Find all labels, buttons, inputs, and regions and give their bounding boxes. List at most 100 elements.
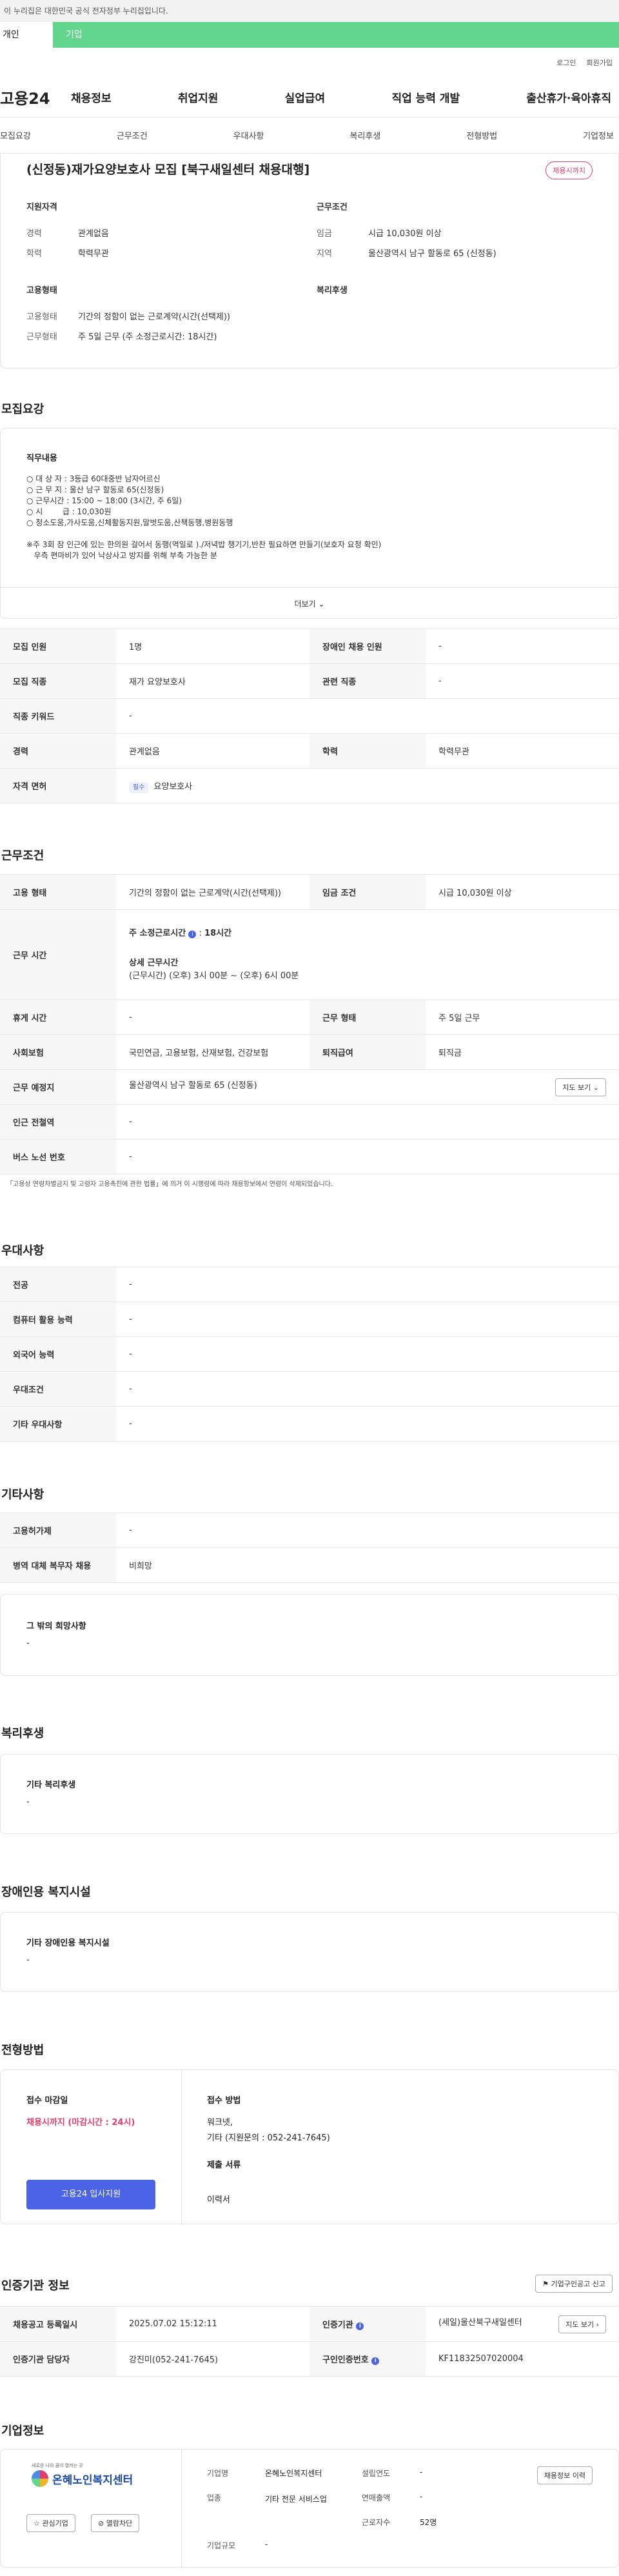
age-notice: 「고용상 연령차별금지 및 고령자 고용촉진에 관한 법률」에 의거 이 시행령…	[6, 1181, 333, 1188]
row-value: -	[116, 698, 619, 734]
subnav-conditions[interactable]: 근무조건	[117, 129, 148, 141]
subnav-process[interactable]: 전형방법	[466, 129, 497, 141]
subnav-company[interactable]: 기업정보	[583, 129, 614, 141]
star-icon: ☆	[34, 2519, 40, 2528]
gov-notice: 이 누리집은 대한민국 공식 전자정부 누리집입니다.	[0, 0, 619, 22]
subnav-recruit[interactable]: 모집요강	[0, 129, 31, 141]
table-row: 고용 형태 기간의 정함이 없는 근로계약(시간(선택제)) 임금 조건 시급 10,…	[0, 874, 619, 910]
recruit-table: 모집 인원 1명 장애인 채용 인원 - 모집 직종 재가 요양보호사 관련 직종 - 직종…	[0, 629, 619, 803]
table-row: 전공 -	[0, 1267, 619, 1302]
row-value: -	[116, 1000, 310, 1035]
row-value: 비희망	[116, 1547, 619, 1583]
table-row: 휴게 시간 - 근무 형태 주 5일 근무	[0, 1000, 619, 1035]
gnb-item-jobs[interactable]: 채용정보	[71, 89, 112, 105]
row-value: -	[116, 1139, 619, 1174]
gnb-item-leave[interactable]: 출산휴가·육아휴직	[526, 89, 611, 105]
subnav-welfare[interactable]: 복리후생	[349, 129, 380, 141]
row-label: 구인인증번호 i	[310, 2341, 426, 2377]
detail-time-value: (근무시간) (오후) 3시 00분 ~ (오후) 6시 00분	[129, 971, 299, 981]
favorite-company-button[interactable]: ☆ 관심기업	[26, 2514, 75, 2532]
table-row: 컴퓨터 활용 능력 -	[0, 1302, 619, 1337]
row-label: 퇴직급여	[310, 1034, 426, 1070]
process-section-title: 전형방법	[1, 2044, 44, 2057]
job-summary-card: (신정동)재가요양보호사 모집 [북구새일센터 채용대행] 채용시까지 지원자격…	[0, 154, 619, 368]
company-logo-name: 온혜노인복지센터	[52, 2473, 133, 2487]
sales-value: -	[420, 2492, 423, 2501]
industry-label: 업종	[207, 2493, 222, 2502]
row-value: 학력무관	[426, 733, 619, 769]
gnb-item-support[interactable]: 취업지원	[178, 89, 219, 105]
block-icon: ⊘	[98, 2519, 104, 2528]
work-time-cell: 주 소정근로시간 i : 18시간 상세 근무시간 (근무시간) (오후) 3시…	[116, 909, 619, 1000]
region-label: 지역	[317, 249, 332, 259]
agency-map-button[interactable]: 지도 보기 ›	[558, 2315, 606, 2333]
row-label: 학력	[310, 733, 426, 769]
info-icon[interactable]: i	[371, 2357, 380, 2365]
join-link[interactable]: 회원가입	[587, 57, 613, 68]
more-button[interactable]: 더보기 ⌄	[1, 587, 618, 619]
row-label: 관련 직종	[310, 663, 426, 699]
process-box: 접수 마감일 채용시까지 (마감시간 : 24시) 고용24 입사지원 접수 방…	[0, 2069, 619, 2224]
table-row: 인증기관 담당자 강진미(052-241-7645) 구인인증번호 i KF11832…	[0, 2341, 619, 2377]
industry-value: 기타 전문 서비스업	[265, 2495, 327, 2504]
duty-line: ○ 근 무 지 : 울산 남구 할동로 65(신정동)	[26, 485, 164, 494]
job-history-button[interactable]: 채용정보 이력	[536, 2466, 593, 2484]
conditions-section-title: 근무조건	[1, 849, 44, 863]
license-value: 필수 요양보호사	[116, 768, 619, 803]
job-title: (신정동)재가요양보호사 모집 [북구새일센터 채용대행]	[26, 163, 310, 177]
row-label: 직종 키워드	[0, 698, 116, 734]
duty-title: 직무내용	[26, 454, 57, 463]
welfare-value: -	[26, 1797, 30, 1807]
agency-cell: (세일)울산북구새일센터 지도 보기 ›	[426, 2306, 619, 2342]
report-label: 기업구인공고 신고	[551, 2280, 605, 2288]
edu-value: 학력무관	[78, 249, 109, 259]
flag-icon: ⚑	[542, 2280, 549, 2288]
preference-section-title: 우대사항	[1, 1244, 44, 1258]
qualification-heading: 지원자격	[26, 203, 57, 212]
gnb-item-training[interactable]: 직업 능력 개발	[391, 89, 460, 105]
weekly-hours-label: 주 소정근로시간	[129, 928, 186, 938]
row-value: 기간의 정함이 없는 근로계약(시간(선택제))	[116, 874, 310, 910]
row-value: 주 5일 근무	[426, 1000, 619, 1035]
info-icon[interactable]: i	[188, 930, 197, 938]
duty-box: 직무내용 ○ 대 상 자 : 3등급 60대중반 남자어르신 ○ 근 무 지 : …	[0, 428, 619, 619]
conditions-table: 고용 형태 기간의 정함이 없는 근로계약(시간(선택제)) 임금 조건 시급 10,…	[0, 874, 619, 1174]
gnb-item-benefit[interactable]: 실업급여	[285, 89, 326, 105]
site-logo[interactable]: 고용24	[0, 86, 71, 108]
login-link[interactable]: 로그인	[556, 57, 576, 68]
founded-label: 설립연도	[362, 2469, 391, 2478]
tab-company[interactable]: 기업	[53, 22, 619, 48]
info-icon[interactable]: i	[356, 2322, 364, 2330]
preference-table: 전공 - 컴퓨터 활용 능력 - 외국어 능력 - 우대조건 - 기타 우대사항 -	[0, 1267, 619, 1442]
company-name-label: 기업명	[207, 2469, 229, 2478]
etc-section-title: 기타사항	[1, 1488, 44, 1502]
row-value: 관계없음	[116, 733, 310, 769]
method-value-1: 워크넷,	[207, 2118, 233, 2128]
duty-line: ○ 대 상 자 : 3등급 60대중반 남자어르신	[26, 474, 161, 483]
tab-personal[interactable]: 개인	[0, 22, 53, 48]
table-row: 기타 우대사항 -	[0, 1406, 619, 1442]
row-label: 고용허가제	[0, 1513, 116, 1548]
disabled-title: 기타 장애인용 복지시설	[26, 1938, 110, 1948]
row-value: -	[116, 1336, 619, 1372]
map-view-label: 지도 보기	[562, 1083, 591, 1092]
table-row: 사회보험 국민연금, 고용보험, 산재보험, 건강보험 퇴직급여 퇴직금	[0, 1034, 619, 1070]
table-row: 고용허가제 -	[0, 1513, 619, 1548]
subnav-preference[interactable]: 우대사항	[233, 129, 264, 141]
row-label: 사회보험	[0, 1034, 116, 1070]
row-value: -	[116, 1104, 619, 1140]
row-value: 1명	[116, 629, 310, 664]
row-value: 시급 10,030원 이상	[426, 874, 619, 910]
map-view-button[interactable]: 지도 보기 ⌄	[555, 1078, 606, 1096]
cert-number-label: 구인인증번호	[322, 2355, 369, 2365]
report-button[interactable]: ⚑ 기업구인공고 신고	[535, 2275, 613, 2293]
apply-button[interactable]: 고용24 입사지원	[26, 2180, 155, 2209]
emp-type-value: 기간의 정함이 없는 근로계약(시간(선택제))	[78, 312, 231, 322]
disabled-section-title: 장애인용 복지시설	[1, 1886, 91, 1899]
block-company-button[interactable]: ⊘ 열람차단	[91, 2514, 140, 2532]
welfare-title: 기타 복리후생	[26, 1780, 76, 1790]
cert-table: 채용공고 등록일시 2025.07.02 15:12:11 인증기관 i (세일)울산…	[0, 2306, 619, 2377]
row-value: -	[116, 1267, 619, 1302]
row-value: -	[116, 1513, 619, 1548]
other-wishes-title: 그 밖의 희망사항	[26, 1622, 86, 1631]
